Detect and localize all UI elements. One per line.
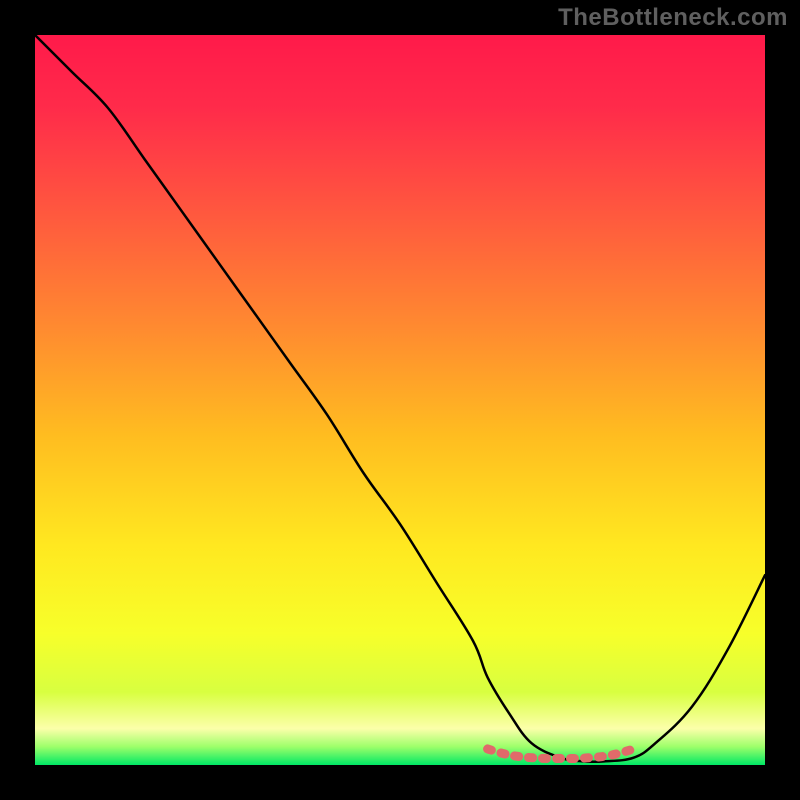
bottleneck-curve: [35, 35, 765, 762]
chart-canvas: TheBottleneck.com: [0, 0, 800, 800]
optimal-range-marker: [488, 749, 634, 759]
chart-svg: [35, 35, 765, 765]
plot-area: [35, 35, 765, 765]
watermark-text: TheBottleneck.com: [558, 4, 788, 32]
